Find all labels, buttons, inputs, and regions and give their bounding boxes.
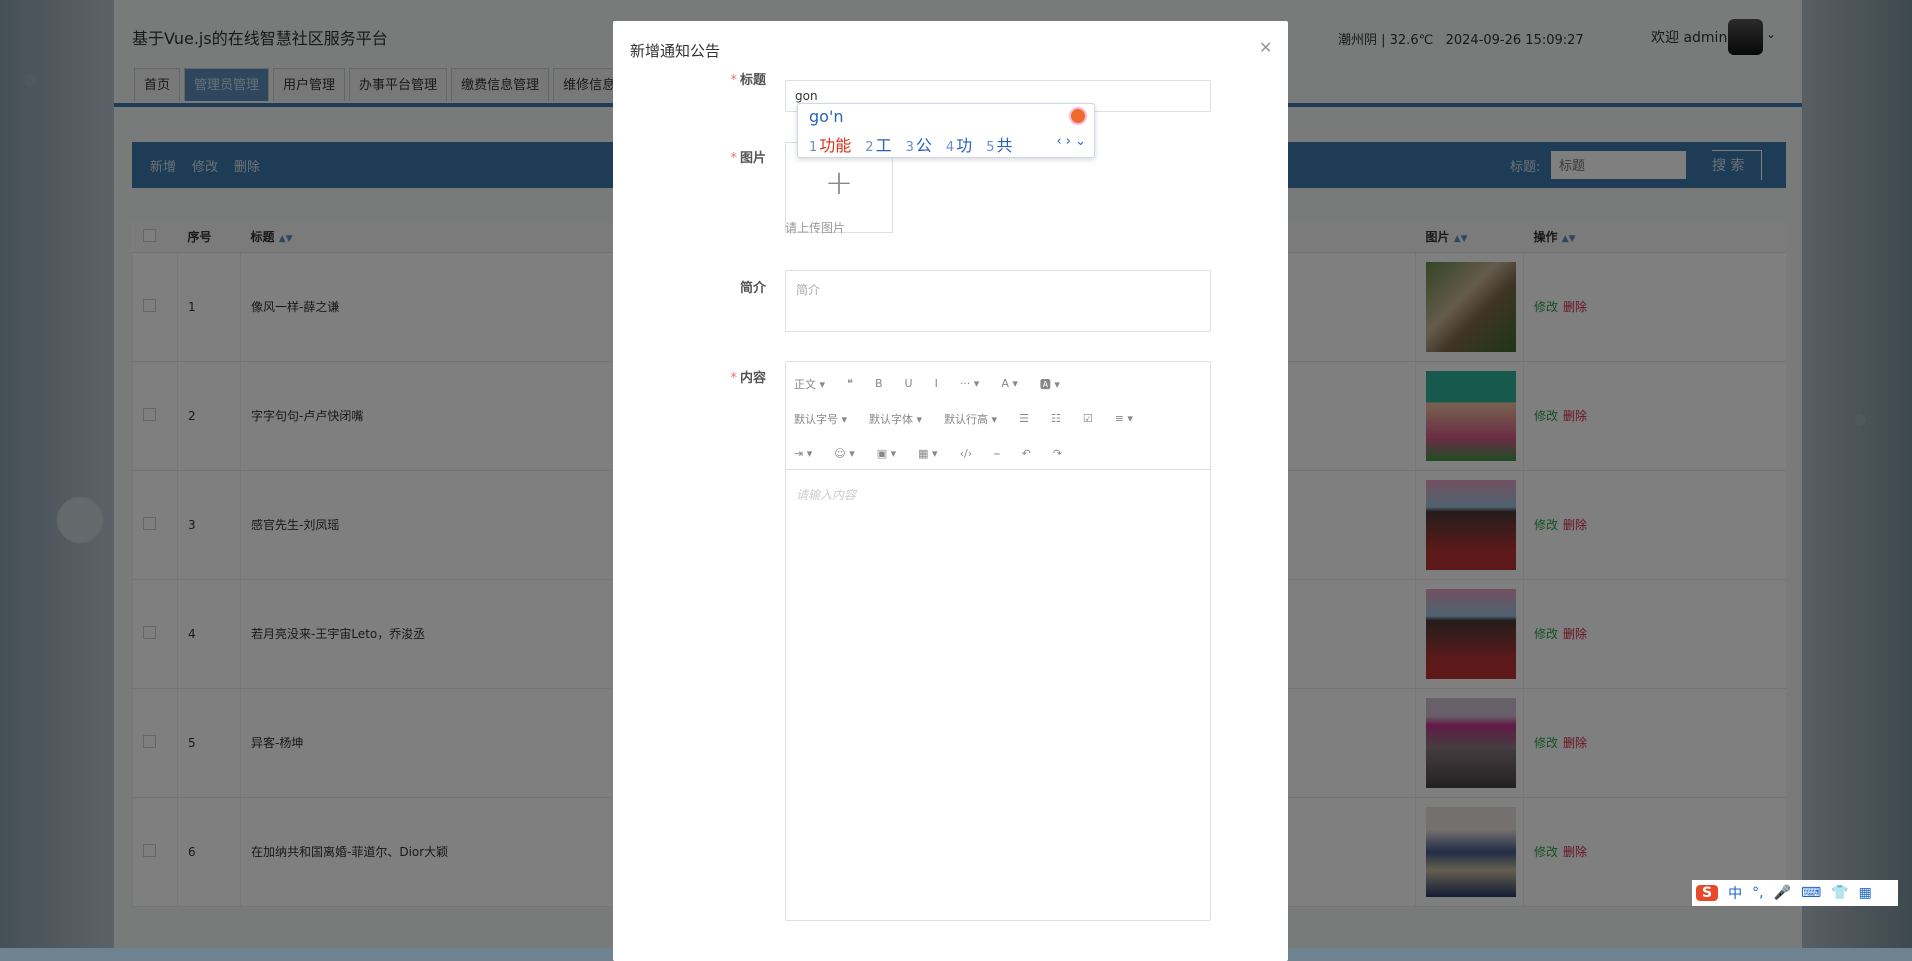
editor-content[interactable]: 请输入内容 bbox=[786, 470, 1210, 519]
editor-tool-2-1-icon[interactable]: 默认字号 ▾ bbox=[794, 411, 847, 427]
skin-icon[interactable]: 👕 bbox=[1831, 885, 1848, 901]
close-icon[interactable]: ✕ bbox=[1259, 38, 1272, 57]
ime-candidate[interactable]: 5共 bbox=[986, 132, 1012, 156]
candidate-text: 公 bbox=[916, 136, 932, 155]
content-label-text: 内容 bbox=[740, 371, 766, 386]
ime-punct-toggle[interactable]: °, bbox=[1752, 885, 1763, 901]
plus-icon: + bbox=[825, 163, 854, 203]
editor-tool-1-5-icon[interactable]: I bbox=[935, 377, 938, 390]
sogou-logo[interactable]: S bbox=[1696, 885, 1718, 901]
microphone-icon[interactable]: 🎤 bbox=[1774, 885, 1791, 901]
editor-tool-1-3-icon[interactable]: B bbox=[875, 377, 883, 390]
candidate-number: 3 bbox=[906, 140, 914, 155]
summary-label: 简介 bbox=[740, 277, 766, 296]
editor-tool-3-1-icon[interactable]: ⇥ ▾ bbox=[794, 447, 812, 460]
editor-tool-1-7-icon[interactable]: A ▾ bbox=[1001, 377, 1018, 390]
candidate-number: 4 bbox=[946, 140, 954, 155]
editor-tool-2-7-icon[interactable]: ≡ ▾ bbox=[1115, 412, 1133, 425]
ime-candidate[interactable]: 3公 bbox=[906, 132, 932, 156]
editor-tool-1-4-icon[interactable]: U bbox=[905, 377, 913, 390]
rich-text-editor: 正文 ▾ ❝ B U I ··· ▾ A ▾ 🅰 ▾ 默认字号 ▾ 默认字体 ▾ 默认行高 ▾ ☰ ☷ ☑… bbox=[785, 361, 1211, 921]
editor-tool-3-4-icon[interactable]: ▦ ▾ bbox=[918, 447, 937, 460]
editor-tool-1-6-icon[interactable]: ··· ▾ bbox=[960, 377, 980, 390]
apps-grid-icon[interactable]: ▦ bbox=[1859, 885, 1872, 901]
ime-candidate[interactable]: 2工 bbox=[865, 132, 891, 156]
title-label-text: 标题 bbox=[740, 73, 766, 88]
editor-tool-2-4-icon[interactable]: ☰ bbox=[1019, 412, 1029, 425]
summary-textarea[interactable]: 简介 bbox=[785, 270, 1211, 332]
editor-tool-2-5-icon[interactable]: ☷ bbox=[1051, 412, 1061, 425]
editor-tool-3-6-icon[interactable]: ⎯ bbox=[994, 447, 1000, 461]
image-label-text: 图片 bbox=[740, 151, 766, 166]
dialog-title: 新增通知公告 bbox=[630, 40, 720, 61]
keyboard-icon[interactable]: ⌨ bbox=[1801, 885, 1821, 901]
candidate-text: 功能 bbox=[819, 136, 851, 155]
editor-tool-3-3-icon[interactable]: ▣ ▾ bbox=[877, 447, 896, 460]
editor-tool-1-2-icon[interactable]: ❝ bbox=[847, 377, 853, 390]
title-label: *标题 bbox=[730, 69, 766, 88]
add-notice-dialog: 新增通知公告 ✕ *标题 gon *图片 + 请上传图片 简介 简介 *内容 正… bbox=[613, 21, 1288, 961]
editor-tool-2-6-icon[interactable]: ☑ bbox=[1083, 412, 1093, 425]
editor-tool-2-2-icon[interactable]: 默认字体 ▾ bbox=[869, 411, 922, 427]
candidate-number: 1 bbox=[809, 140, 817, 155]
candidate-text: 工 bbox=[876, 136, 892, 155]
ime-page-nav[interactable]: ‹ › ⌄ bbox=[1056, 134, 1086, 149]
candidate-number: 5 bbox=[986, 140, 994, 155]
candidate-number: 2 bbox=[865, 140, 873, 155]
content-label: *内容 bbox=[730, 367, 766, 386]
editor-tool-1-1-icon[interactable]: 正文 ▾ bbox=[794, 376, 825, 392]
candidate-text: 共 bbox=[996, 136, 1012, 155]
ime-mode-toggle[interactable]: 中 bbox=[1728, 883, 1742, 903]
editor-tool-1-8-icon[interactable]: 🅰 ▾ bbox=[1040, 376, 1060, 392]
ime-pinyin: go'n bbox=[809, 107, 843, 126]
image-label: *图片 bbox=[730, 147, 766, 166]
ime-candidate-popup: go'n 1功能2工3公4功5共 ‹ › ⌄ bbox=[797, 103, 1095, 158]
ime-candidate[interactable]: 4功 bbox=[946, 132, 972, 156]
editor-tool-3-8-icon[interactable]: ↷ bbox=[1053, 447, 1062, 460]
ime-candidate[interactable]: 1功能 bbox=[809, 132, 851, 156]
editor-tool-2-3-icon[interactable]: 默认行高 ▾ bbox=[944, 411, 997, 427]
candidate-text: 功 bbox=[956, 136, 972, 155]
ime-logo-icon bbox=[1069, 107, 1087, 125]
upload-hint: 请上传图片 bbox=[785, 219, 845, 236]
editor-toolbar: 正文 ▾ ❝ B U I ··· ▾ A ▾ 🅰 ▾ 默认字号 ▾ 默认字体 ▾ 默认行高 ▾ ☰ ☷ ☑… bbox=[786, 362, 1210, 470]
editor-tool-3-7-icon[interactable]: ↶ bbox=[1022, 447, 1031, 460]
ime-toolbar: S 中 °, 🎤 ⌨ 👕 ▦ bbox=[1692, 880, 1898, 906]
editor-tool-3-5-icon[interactable]: ‹/› bbox=[960, 447, 973, 460]
editor-tool-3-2-icon[interactable]: ☺ ▾ bbox=[834, 447, 855, 460]
